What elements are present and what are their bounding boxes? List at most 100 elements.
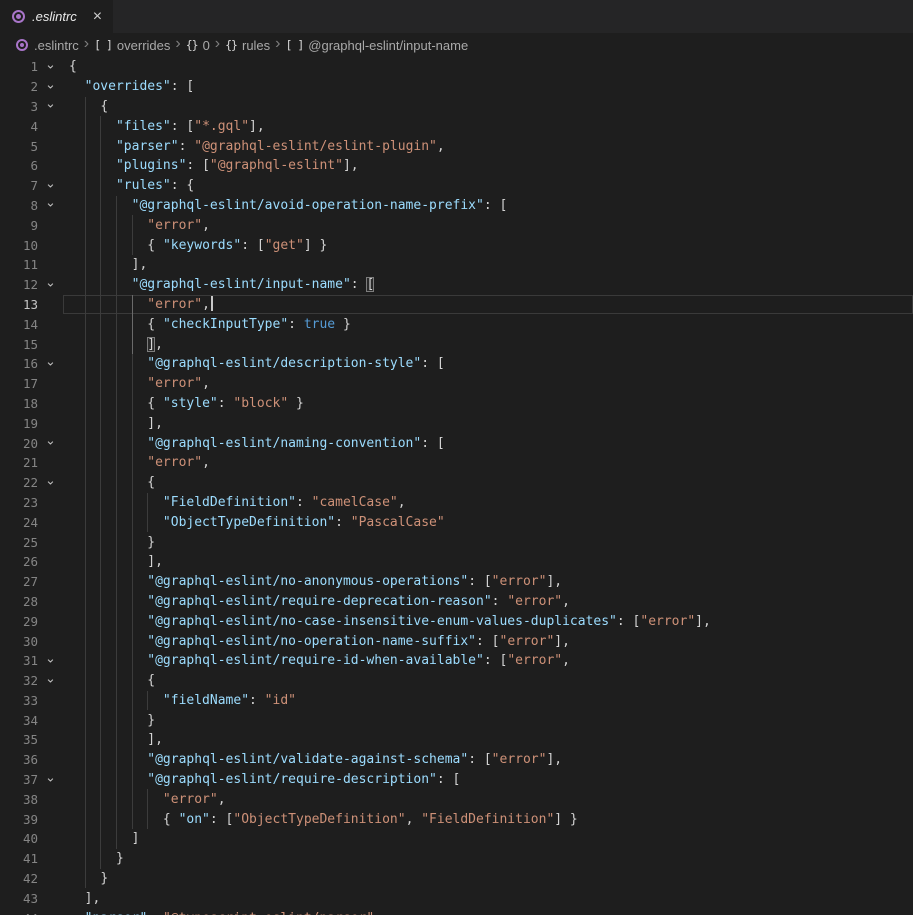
code-token: "error" xyxy=(507,653,562,668)
code-text: "@graphql-eslint/description-style": [ xyxy=(69,356,445,371)
code-token: } xyxy=(147,535,155,550)
fold-chevron-icon[interactable]: ⌄ xyxy=(45,275,56,290)
code-text: { "style": "block" } xyxy=(69,396,304,411)
breadcrumb-segment[interactable]: [ ]@graphql-eslint/input-name xyxy=(286,38,469,53)
fold-chevron-icon[interactable]: ⌄ xyxy=(45,651,56,666)
code-text: "error", xyxy=(69,376,210,391)
code-line[interactable]: 2⌄ "overrides": [ xyxy=(0,77,913,97)
fold-chevron-icon[interactable]: ⌄ xyxy=(45,473,56,488)
code-line[interactable]: 34 } xyxy=(0,710,913,730)
code-line[interactable]: 41 } xyxy=(0,849,913,869)
code-line[interactable]: 29 "@graphql-eslint/no-case-insensitive-… xyxy=(0,611,913,631)
code-token: } xyxy=(335,317,351,332)
code-token: "FieldDefinition" xyxy=(421,812,554,827)
code-text: ], xyxy=(69,416,163,431)
code-line[interactable]: 38 "error", xyxy=(0,789,913,809)
fold-chevron-icon[interactable]: ⌄ xyxy=(45,671,56,686)
code-text: { xyxy=(69,59,77,74)
code-line[interactable]: 42 } xyxy=(0,869,913,889)
code-line[interactable]: 24 "ObjectTypeDefinition": "PascalCase" xyxy=(0,512,913,532)
fold-chevron-icon[interactable]: ⌄ xyxy=(45,355,56,370)
code-token: : xyxy=(351,277,367,292)
code-line[interactable]: 13 "error", xyxy=(0,295,913,315)
code-line[interactable]: 28 "@graphql-eslint/require-deprecation-… xyxy=(0,592,913,612)
breadcrumb-segment[interactable]: {}0 xyxy=(186,38,210,53)
code-line[interactable]: 26 ], xyxy=(0,552,913,572)
fold-chevron-icon[interactable]: ⌄ xyxy=(45,196,56,211)
code-token: "on" xyxy=(179,812,210,827)
code-text: ], xyxy=(69,337,163,352)
code-line[interactable]: 21 "error", xyxy=(0,453,913,473)
code-line[interactable]: 32⌄ { xyxy=(0,671,913,691)
fold-chevron-icon[interactable]: ⌄ xyxy=(45,434,56,449)
code-line[interactable]: 1⌄{ xyxy=(0,57,913,77)
code-line[interactable]: 17 "error", xyxy=(0,374,913,394)
tab-eslintrc[interactable]: .eslintrc × xyxy=(0,0,113,33)
code-line[interactable]: 10 { "keywords": ["get"] } xyxy=(0,235,913,255)
code-line[interactable]: 18 { "style": "block" } xyxy=(0,394,913,414)
code-line[interactable]: 31⌄ "@graphql-eslint/require-id-when-ava… xyxy=(0,651,913,671)
code-line[interactable]: 25 } xyxy=(0,532,913,552)
code-line[interactable]: 35 ], xyxy=(0,730,913,750)
breadcrumb-segment[interactable]: {}rules xyxy=(225,38,270,53)
code-line[interactable]: 40 ] xyxy=(0,829,913,849)
code-line[interactable]: 22⌄ { xyxy=(0,473,913,493)
code-line[interactable]: 6 "plugins": ["@graphql-eslint"], xyxy=(0,156,913,176)
code-editor[interactable]: 1⌄{2⌄ "overrides": [3⌄ {4 "files": ["*.g… xyxy=(0,57,913,915)
breadcrumb-segment[interactable]: [ ]overrides xyxy=(94,38,170,53)
close-icon[interactable]: × xyxy=(93,9,102,25)
code-token: { xyxy=(147,475,155,490)
code-line[interactable]: 36 "@graphql-eslint/validate-against-sch… xyxy=(0,750,913,770)
code-line[interactable]: 16⌄ "@graphql-eslint/description-style":… xyxy=(0,354,913,374)
code-line[interactable]: 37⌄ "@graphql-eslint/require-description… xyxy=(0,770,913,790)
code-token: "@graphql-eslint/require-deprecation-rea… xyxy=(147,594,491,609)
code-text: "@graphql-eslint/require-deprecation-rea… xyxy=(69,594,570,609)
code-line[interactable]: 5 "parser": "@graphql-eslint/eslint-plug… xyxy=(0,136,913,156)
code-line[interactable]: 7⌄ "rules": { xyxy=(0,176,913,196)
code-line[interactable]: 43 ], xyxy=(0,888,913,908)
code-token: "error" xyxy=(147,218,202,233)
code-token: ], xyxy=(85,891,101,906)
tab-title: .eslintrc xyxy=(32,9,77,24)
fold-chevron-icon[interactable]: ⌄ xyxy=(45,176,56,191)
code-line[interactable]: 23 "FieldDefinition": "camelCase", xyxy=(0,493,913,513)
code-token: "style" xyxy=(163,396,218,411)
code-token: } xyxy=(288,396,304,411)
code-line[interactable]: 39 { "on": ["ObjectTypeDefinition", "Fie… xyxy=(0,809,913,829)
code-line[interactable]: 20⌄ "@graphql-eslint/naming-convention":… xyxy=(0,433,913,453)
fold-chevron-icon[interactable]: ⌄ xyxy=(45,770,56,785)
code-token: , xyxy=(202,297,210,312)
code-line[interactable]: 8⌄ "@graphql-eslint/avoid-operation-name… xyxy=(0,196,913,216)
code-token: , xyxy=(155,337,163,352)
code-line[interactable]: 33 "fieldName": "id" xyxy=(0,691,913,711)
code-line[interactable]: 44 "parser": "@typescript-eslint/parser" xyxy=(0,908,913,915)
code-text: ], xyxy=(69,554,163,569)
line-number: 29 xyxy=(0,614,38,629)
code-line[interactable]: 30 "@graphql-eslint/no-operation-name-su… xyxy=(0,631,913,651)
code-token: "fieldName" xyxy=(163,693,249,708)
code-line[interactable]: 3⌄ { xyxy=(0,97,913,117)
code-token: : xyxy=(249,693,265,708)
code-line[interactable]: 27 "@graphql-eslint/no-anonymous-operati… xyxy=(0,572,913,592)
code-line[interactable]: 4 "files": ["*.gql"], xyxy=(0,116,913,136)
fold-chevron-icon[interactable]: ⌄ xyxy=(45,97,56,112)
fold-chevron-icon[interactable]: ⌄ xyxy=(45,77,56,92)
code-token: : { xyxy=(171,178,194,193)
line-number: 26 xyxy=(0,554,38,569)
breadcrumb-segment[interactable]: .eslintrc xyxy=(16,38,79,53)
line-number: 18 xyxy=(0,396,38,411)
code-token: "error" xyxy=(163,792,218,807)
fold-chevron-icon[interactable]: ⌄ xyxy=(45,58,56,73)
code-line[interactable]: 12⌄ "@graphql-eslint/input-name": [ xyxy=(0,275,913,295)
code-line[interactable]: 14 { "checkInputType": true } xyxy=(0,314,913,334)
code-token: "ObjectTypeDefinition" xyxy=(163,515,335,530)
code-line[interactable]: 9 "error", xyxy=(0,215,913,235)
code-line[interactable]: 19 ], xyxy=(0,413,913,433)
line-number: 39 xyxy=(0,812,38,827)
code-line[interactable]: 15 ], xyxy=(0,334,913,354)
code-token: "@graphql-eslint/require-description" xyxy=(147,772,437,787)
code-token: true xyxy=(304,317,335,332)
code-line[interactable]: 11 ], xyxy=(0,255,913,275)
line-number: 33 xyxy=(0,693,38,708)
line-number: 40 xyxy=(0,831,38,846)
